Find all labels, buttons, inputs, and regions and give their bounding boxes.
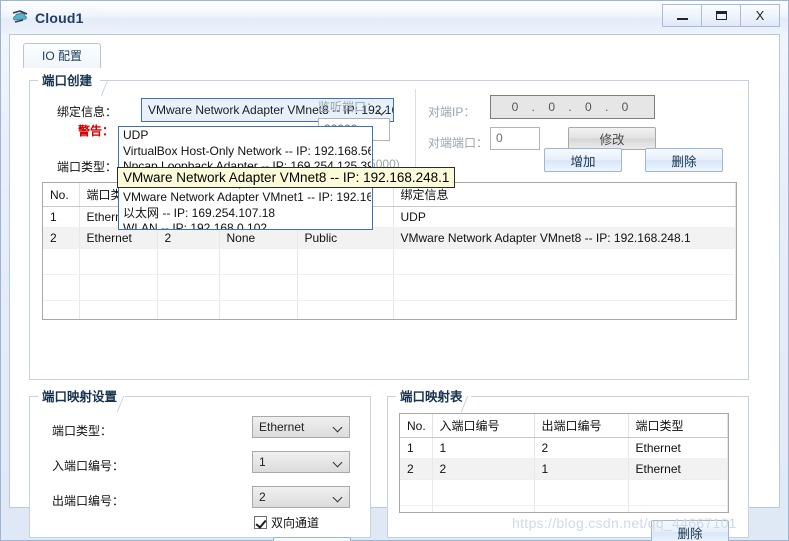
table-row-empty [43,274,736,301]
mapping-out-port-label: 出端口编号： [52,494,125,508]
tab-io-config[interactable]: IO 配置 [23,43,102,68]
cell-binding: VMware Network Adapter VMnet8 -- IP: 192… [393,227,736,249]
table-row-empty [400,505,728,512]
table-row[interactable]: 2 2 1 Ethernet [400,458,728,480]
minimize-icon [676,18,688,20]
maximize-icon [715,11,727,20]
table-row-empty [43,248,736,275]
cell-no: 2 [43,227,80,249]
cell-no: 2 [400,458,433,480]
mapping-col-out-port: 出端口编号 [534,414,629,438]
mapping-table[interactable]: No. 入端口编号 出端口编号 端口类型 1 1 2 Ethernet 2 2 … [399,413,729,513]
mapping-in-port-value: 1 [259,455,266,469]
client-area: IO 配置 端口创建 绑定信息： VMware Network Adapter … [9,34,780,541]
dropdown-tooltip: VMware Network Adapter VMnet8 -- IP: 192… [117,167,456,188]
dropdown-item-4[interactable]: VMware Network Adapter VMnet1 -- IP: 192… [120,190,371,206]
cloud-icon [11,9,29,27]
binding-info-label: 绑定信息： [57,105,118,119]
dropdown-item-1[interactable]: VirtualBox Host-Only Network -- IP: 192.… [120,144,371,160]
bidirectional-checkbox-row[interactable]: 双向通道 [254,514,319,531]
group-mapping-settings-title: 端口映射设置 [38,386,126,405]
group-port-create: 端口创建 绑定信息： VMware Network Adapter VMnet8… [29,70,749,380]
mapping-out-port-combo[interactable]: 2 [252,486,350,508]
group-title-divider [100,80,123,96]
chevron-down-icon [334,424,342,429]
table-row-empty [400,479,728,506]
mapping-col-in-port: 入端口编号 [432,414,535,438]
group-mapping-table: 端口映射表 No. 入端口编号 出端口编号 端口类型 1 1 2 Etherne… [387,386,749,541]
mapping-port-type-label: 端口类型： [52,424,113,438]
port-col-no: No. [43,183,80,207]
dropdown-item-6[interactable]: WLAN -- IP: 192.168.0.102 [120,221,371,229]
close-icon: X [755,8,765,23]
group-port-create-title: 端口创建 [38,70,101,89]
table-row[interactable]: 1 1 2 Ethernet [400,437,728,459]
cell-binding: UDP [393,206,736,228]
mapping-delete-button[interactable]: 删除 [651,520,729,541]
peer-ip-input[interactable]: 0 . 0 . 0 . 0 [490,95,655,119]
group-mapping-table-title: 端口映射表 [396,386,471,405]
cell-port-type: Ethernet [628,458,728,480]
app-window: Cloud1 X IO 配置 端口创建 绑定信息： VMware Network… [0,0,789,541]
tab-strip: IO 配置 [23,43,768,69]
add-port-button[interactable]: 增加 [544,148,622,172]
cell-port-type: Ethernet [628,437,728,459]
close-button[interactable]: X [740,4,780,27]
peer-port-input[interactable]: 0 [490,127,540,150]
cell-type: Ethernet [79,227,158,249]
port-type-label: 端口类型： [57,160,118,174]
cell-out-port: 2 [534,437,629,459]
cell-no: 1 [400,437,433,459]
chevron-down-icon [334,494,342,499]
title-bar: Cloud1 X [1,1,788,34]
dropdown-item-0[interactable]: UDP [120,128,371,144]
delete-port-button[interactable]: 删除 [645,148,723,172]
mapping-table-element: No. 入端口编号 出端口编号 端口类型 1 1 2 Ethernet 2 2 … [400,414,728,512]
cell-in-port: 1 [432,437,535,459]
dropdown-item-5[interactable]: 以太网 -- IP: 169.254.107.18 [120,206,371,222]
warning-label: 警告： [78,124,115,138]
cell-out-port: 1 [534,458,629,480]
chevron-down-icon [334,459,342,464]
cell-status: Public [297,227,394,249]
cell-no: 1 [43,206,80,228]
mapping-col-no: No. [400,414,433,438]
mapping-table-header-row: No. 入端口编号 出端口编号 端口类型 [400,414,728,438]
cell-in-port: 2 [432,458,535,480]
peer-port-label: 对端端口： [428,136,489,150]
window-controls: X [662,4,780,27]
table-row-empty [43,300,736,319]
minimize-button[interactable] [662,4,702,27]
table-row[interactable]: 2 Ethernet 2 None Public VMware Network … [43,227,736,249]
group-mapping-settings: 端口映射设置 端口类型： Ethernet 入端口编号： 1 出端口编号： 2 [29,386,371,541]
mapping-out-port-value: 2 [259,490,266,504]
mapping-port-type-value: Ethernet [259,420,305,434]
cell-number: 2 [157,227,220,249]
mapping-in-port-label: 入端口编号： [52,459,125,473]
mapping-port-type-combo[interactable]: Ethernet [252,416,350,438]
bidirectional-label: 双向通道 [271,516,320,530]
peer-ip-label: 对端IP： [428,105,476,119]
mapping-in-port-combo[interactable]: 1 [252,451,350,473]
mapping-col-port-type: 端口类型 [628,414,728,438]
listen-port-label: 监听端口： [318,100,379,114]
window-title: Cloud1 [35,9,84,26]
modify-button[interactable]: 修改 [568,127,656,150]
cell-listen: None [219,227,298,249]
mapping-add-button[interactable]: 增加 [273,537,351,541]
checkbox-icon[interactable] [254,516,267,529]
maximize-button[interactable] [701,4,741,27]
chevron-down-icon [378,107,386,112]
